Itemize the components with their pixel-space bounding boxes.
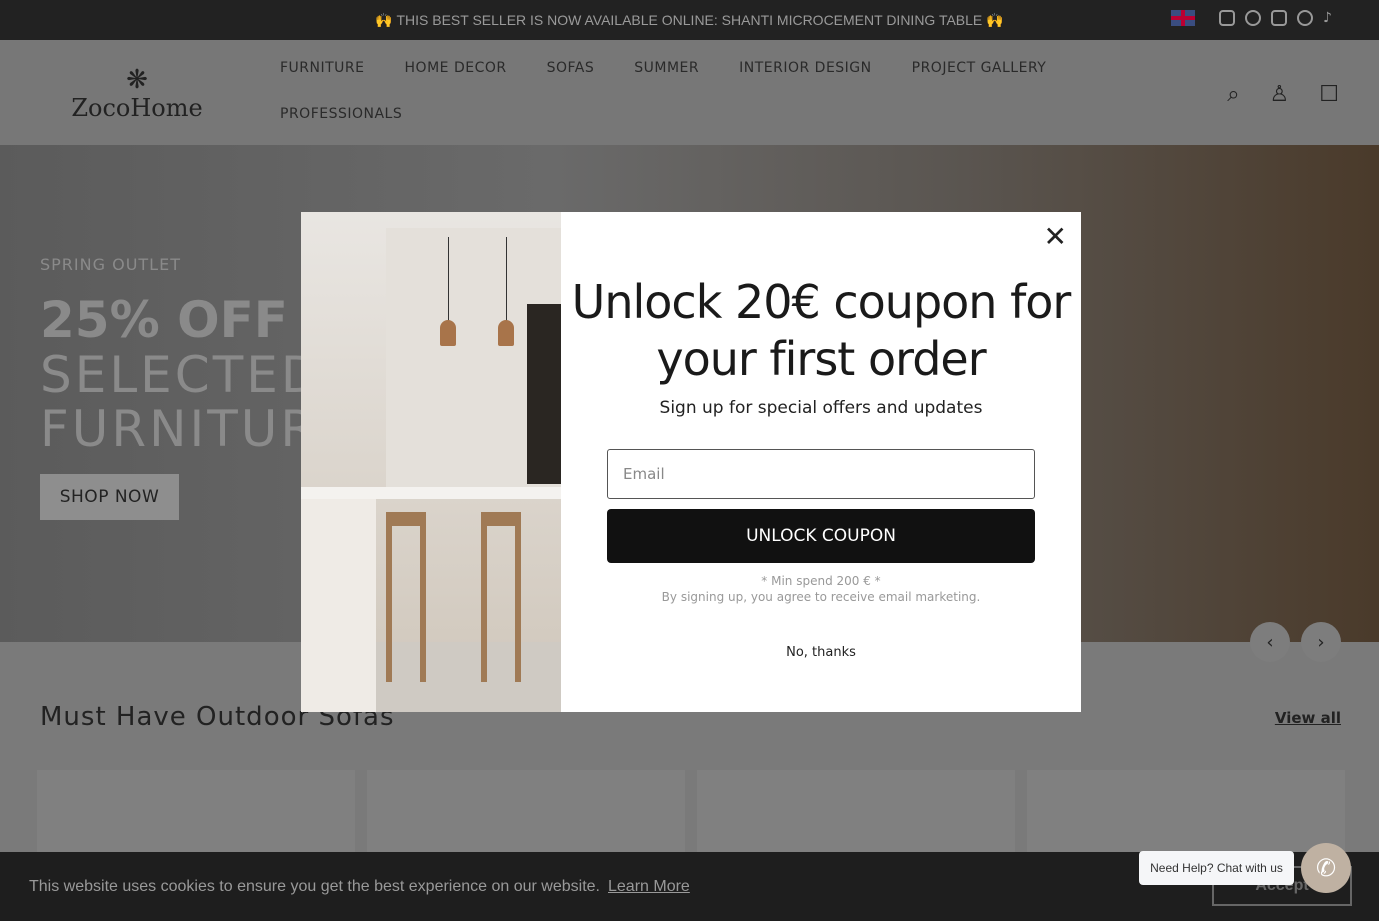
pinterest-icon[interactable] xyxy=(1297,10,1313,26)
instagram-icon[interactable] xyxy=(1219,10,1235,26)
unlock-coupon-button[interactable]: UNLOCK COUPON xyxy=(607,509,1035,563)
hero-kicker: SPRING OUTLET xyxy=(40,255,181,274)
site-header: ❋ ZocoHome FURNITURE HOME DECOR SOFAS SUM… xyxy=(0,40,1379,145)
logo-mark-icon: ❋ xyxy=(126,65,148,95)
email-field[interactable] xyxy=(607,449,1035,499)
product-card[interactable] xyxy=(37,770,355,860)
uk-flag-icon[interactable] xyxy=(1171,10,1195,26)
facebook-icon[interactable] xyxy=(1245,10,1261,26)
kitchen-image xyxy=(301,212,561,712)
next-slide-button[interactable]: › xyxy=(1301,622,1341,662)
popup-title: Unlock 20€ coupon for your first order xyxy=(571,275,1072,386)
product-card[interactable] xyxy=(697,770,1015,860)
nav-project-gallery[interactable]: PROJECT GALLERY xyxy=(912,60,1047,76)
chevron-right-icon: › xyxy=(1317,631,1325,653)
nav-professionals[interactable]: PROFESSIONALS xyxy=(280,106,402,122)
whatsapp-icon: ✆ xyxy=(1315,854,1337,882)
logo[interactable]: ❋ ZocoHome xyxy=(62,66,212,122)
search-icon[interactable]: ⌕ xyxy=(1227,82,1239,107)
chevron-left-icon: ‹ xyxy=(1266,631,1274,653)
close-icon[interactable]: ✕ xyxy=(1044,223,1067,251)
shop-now-button[interactable]: SHOP NOW xyxy=(40,474,179,520)
consent-note: By signing up, you agree to receive emai… xyxy=(661,590,981,604)
view-all-link[interactable]: View all xyxy=(1275,709,1341,727)
hero-subheadline: SELECTED FURNITURE xyxy=(40,348,340,456)
whatsapp-chat-button[interactable]: ✆ xyxy=(1301,843,1351,893)
learn-more-link[interactable]: Learn More xyxy=(608,878,690,895)
prev-slide-button[interactable]: ‹ xyxy=(1250,622,1290,662)
product-card[interactable] xyxy=(1027,770,1345,860)
nav-sofas[interactable]: SOFAS xyxy=(547,60,595,76)
main-nav: FURNITURE HOME DECOR SOFAS SUMMER INTERI… xyxy=(280,60,1080,122)
coupon-popup: ✕ Unlock 20€ coupon for your first order… xyxy=(301,212,1081,712)
tiktok-icon[interactable]: ♪ xyxy=(1323,10,1339,26)
announcement-text[interactable]: 🙌 THIS BEST SELLER IS NOW AVAILABLE ONLI… xyxy=(375,12,1003,29)
youtube-icon[interactable] xyxy=(1271,10,1287,26)
nav-interior-design[interactable]: INTERIOR DESIGN xyxy=(739,60,872,76)
popup-subtitle: Sign up for special offers and updates xyxy=(659,398,983,418)
no-thanks-button[interactable]: No, thanks xyxy=(561,645,1081,660)
announcement-bar: 🙌 THIS BEST SELLER IS NOW AVAILABLE ONLI… xyxy=(0,0,1379,40)
chat-prompt[interactable]: Need Help? Chat with us xyxy=(1139,851,1294,885)
account-icon[interactable]: ♙ xyxy=(1270,82,1290,107)
product-card[interactable] xyxy=(367,770,685,860)
nav-furniture[interactable]: FURNITURE xyxy=(280,60,365,76)
min-spend-note: * Min spend 200 € * xyxy=(761,574,881,588)
nav-summer[interactable]: SUMMER xyxy=(634,60,699,76)
cookie-text: This website uses cookies to ensure you … xyxy=(29,878,600,895)
nav-home-decor[interactable]: HOME DECOR xyxy=(405,60,507,76)
hero-headline: 25% OFF xyxy=(40,291,288,349)
cart-icon[interactable]: ☐ xyxy=(1319,82,1339,107)
logo-text: ZocoHome xyxy=(71,94,203,122)
